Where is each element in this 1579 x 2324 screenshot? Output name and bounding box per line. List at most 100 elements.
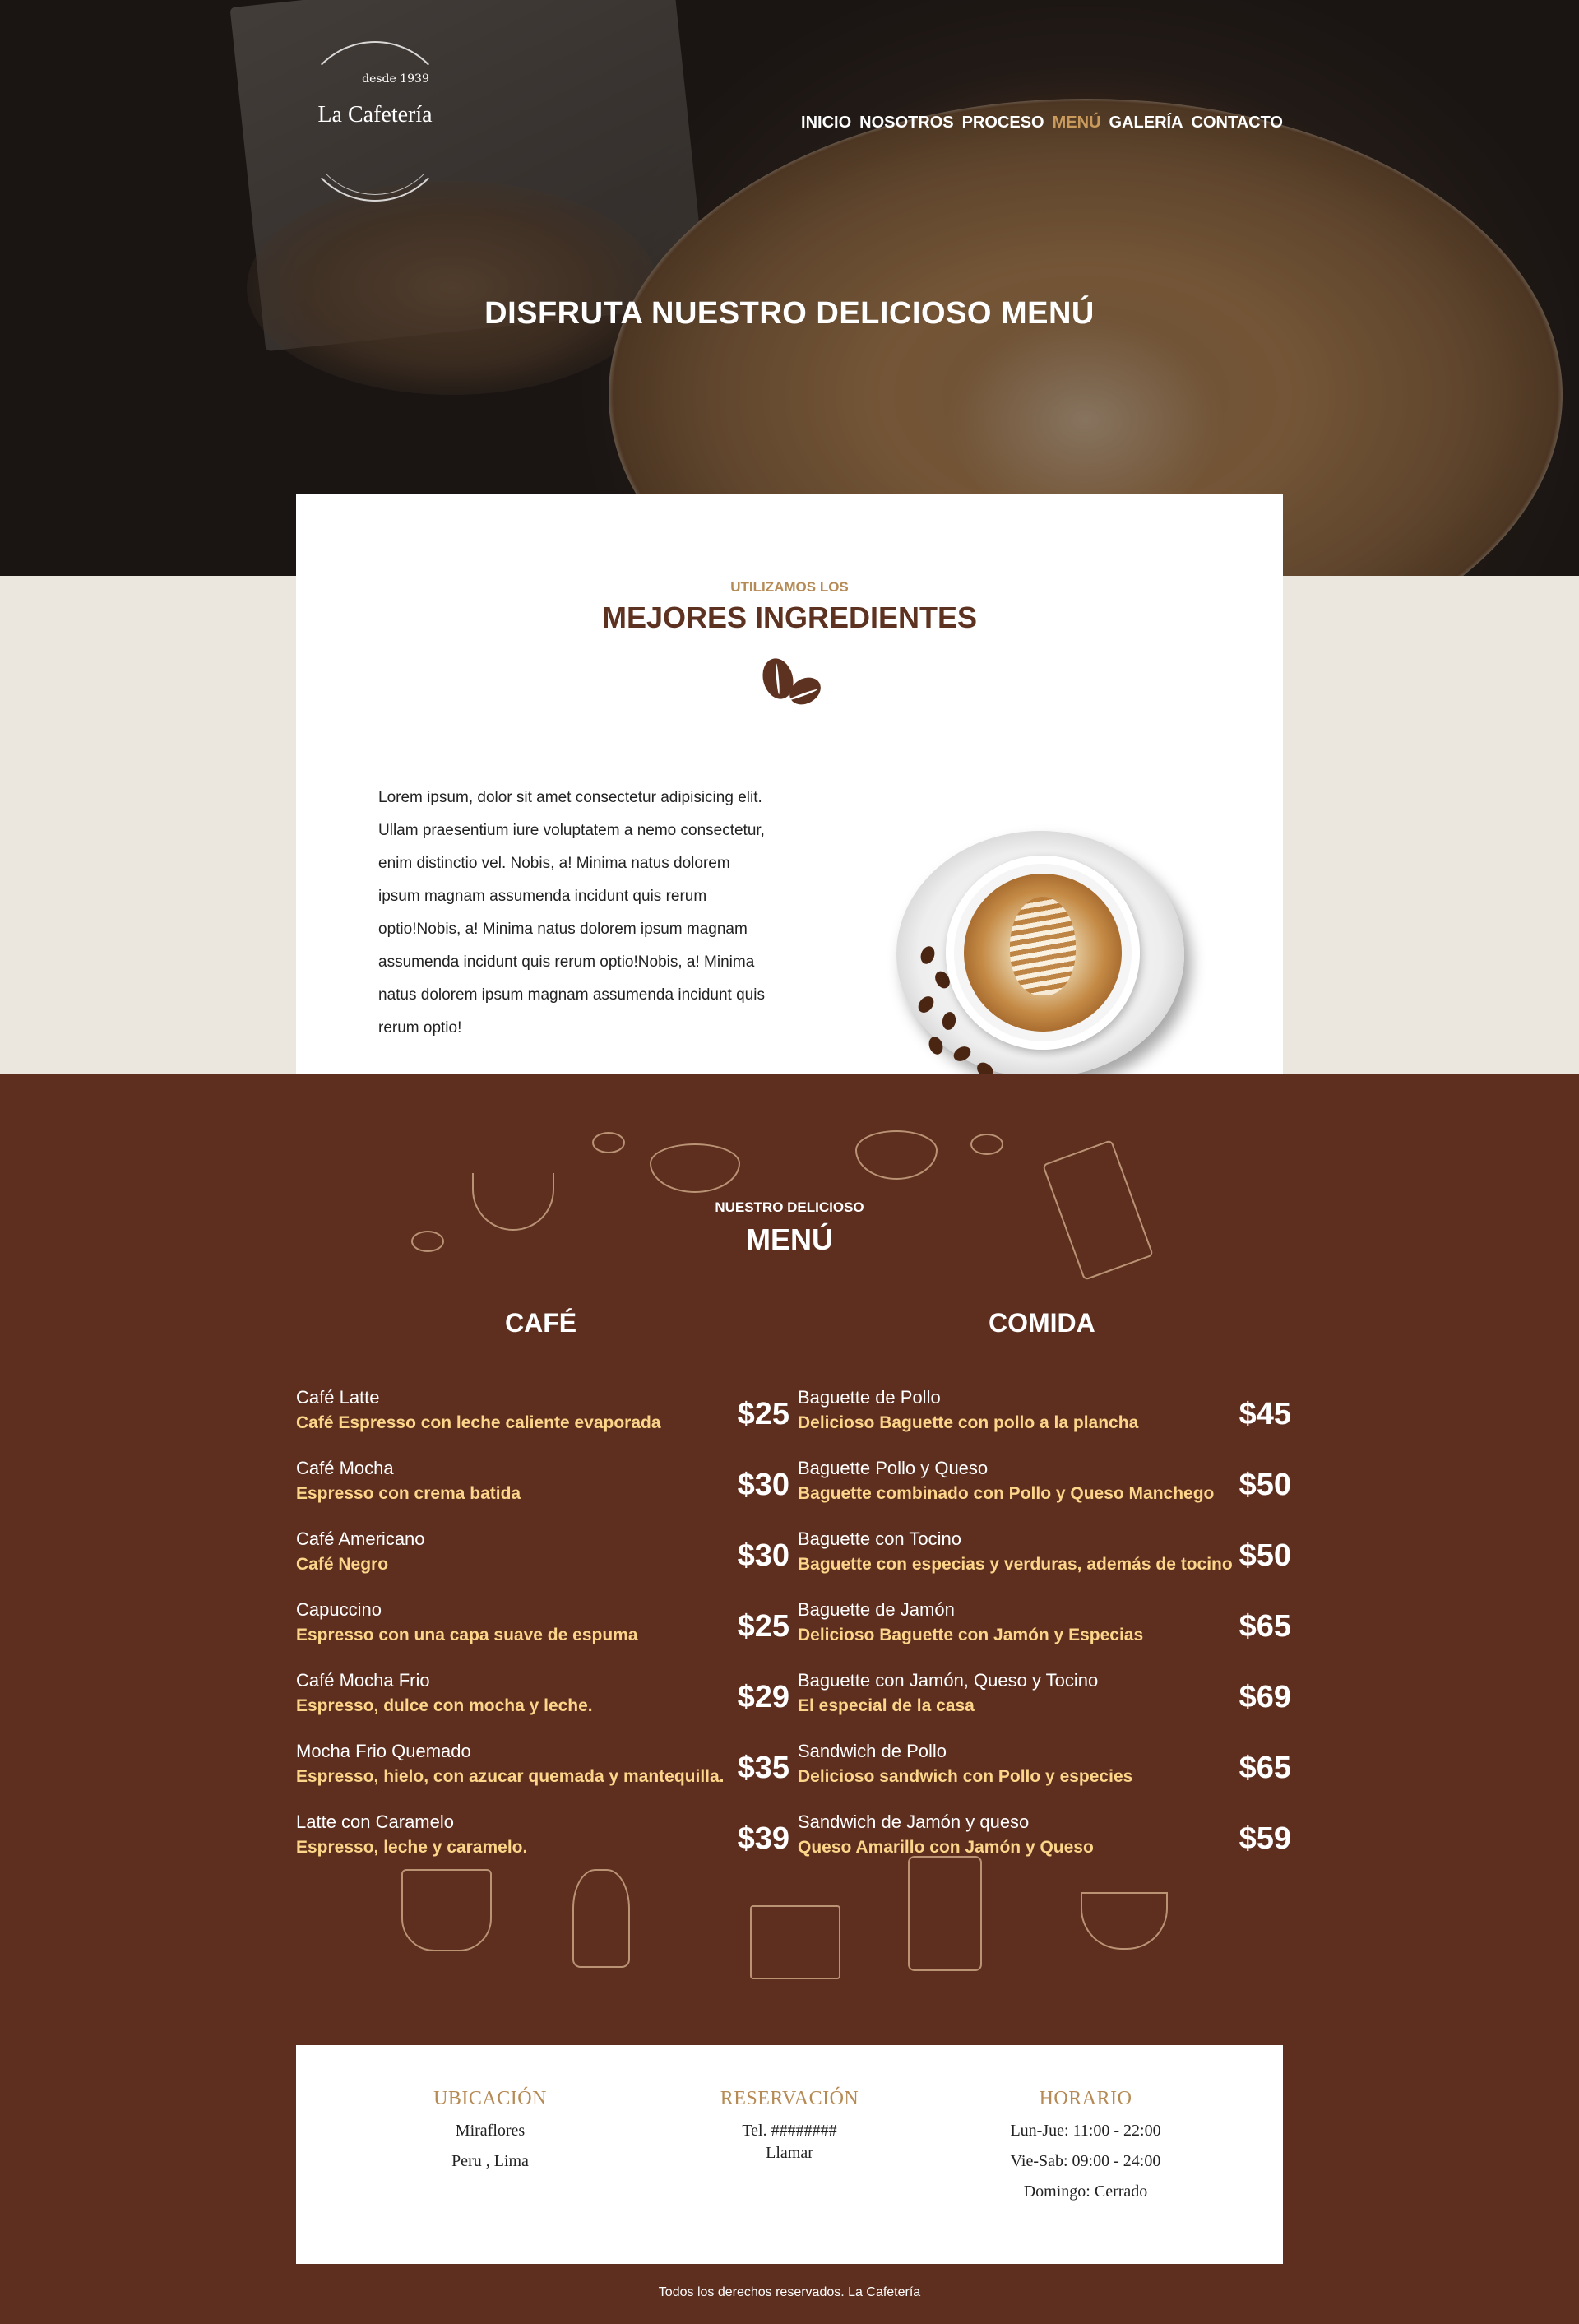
- horario-title: HORARIO: [1039, 2088, 1132, 2109]
- menu-item-desc: Espresso, dulce con mocha y leche.: [296, 1696, 593, 1715]
- nav-nosotros[interactable]: NOSOTROS: [859, 114, 953, 132]
- menu-item-name: Mocha Frio Quemado: [296, 1741, 471, 1761]
- menu-item-price: $45: [1239, 1397, 1291, 1431]
- cafe-column-title: CAFÉ: [505, 1308, 577, 1338]
- footer-copyright: Todos los derechos reservados. La Cafete…: [658, 2285, 921, 2299]
- menu-item-price: $30: [737, 1468, 790, 1502]
- menu-item-name: Capuccino: [296, 1599, 382, 1620]
- ubicacion-line: Peru , Lima: [451, 2152, 529, 2170]
- reservacion-title: RESERVACIÓN: [720, 2088, 859, 2109]
- menu-item-price: $25: [737, 1397, 790, 1431]
- logo-since: desde 1939: [362, 72, 429, 86]
- call-link[interactable]: Llamar: [666, 2144, 913, 2163]
- menu-item-name: Baguette con Jamón, Queso y Tocino: [798, 1670, 1099, 1691]
- menu-item-price: $25: [737, 1609, 790, 1644]
- menu-item: Baguette de Pollo Delicioso Baguette con …: [798, 1387, 1291, 1458]
- nav-menu[interactable]: MENÚ: [1053, 114, 1101, 132]
- coffee-cup-sketch-icon: [855, 1130, 938, 1180]
- menu-item-desc: Delicioso Baguette con pollo a la planch…: [798, 1413, 1139, 1432]
- menu-item: Café Americano Café Negro $30: [296, 1528, 790, 1599]
- info-section: UBICACIÓN Miraflores Peru , Lima RESERVA…: [296, 2045, 1283, 2264]
- page-title: DISFRUTA NUESTRO DELICIOSO MENÚ: [484, 296, 1095, 331]
- menu-item: Café Mocha Frio Espresso, dulce con mocha…: [296, 1670, 790, 1741]
- ubicacion-title: UBICACIÓN: [433, 2088, 547, 2109]
- menu-item-price: $59: [1239, 1821, 1291, 1856]
- menu-item-desc: El especial de la casa: [798, 1696, 975, 1715]
- comida-menu-list: Baguette de Pollo Delicioso Baguette con …: [798, 1387, 1291, 1882]
- coffee-beans-icon: [758, 655, 826, 710]
- menu-item-desc: Café Espresso con leche caliente evapora…: [296, 1413, 661, 1432]
- menu-item-name: Café Americano: [296, 1528, 425, 1549]
- menu-item: Café Latte Café Espresso con leche calien…: [296, 1387, 790, 1458]
- horario-line: Domingo: Cerrado: [1023, 2183, 1148, 2201]
- menu-item: Baguette Pollo y Queso Baguette combinado…: [798, 1458, 1291, 1528]
- menu-heading: MENÚ: [746, 1222, 833, 1256]
- menu-item-desc: Espresso con una capa suave de espuma: [296, 1626, 638, 1644]
- nav-contacto[interactable]: CONTACTO: [1192, 114, 1283, 132]
- turkish-pot-sketch-icon: [572, 1869, 630, 1968]
- reservacion-block: RESERVACIÓN Tel. ######## Llamar: [666, 2088, 913, 2163]
- menu-item-price: $69: [1239, 1680, 1291, 1714]
- menu-item-name: Latte con Caramelo: [296, 1811, 454, 1832]
- menu-item-desc: Baguette combinado con Pollo y Queso Man…: [798, 1484, 1215, 1503]
- coffee-cup-sketch-icon: [1081, 1892, 1168, 1950]
- nav-proceso[interactable]: PROCESO: [962, 114, 1044, 132]
- comida-column-title: COMIDA: [989, 1308, 1095, 1338]
- main-nav: INICIO NOSOTROS PROCESO MENÚ GALERÍA CON…: [801, 114, 1283, 132]
- menu-item-name: Café Mocha Frio: [296, 1670, 430, 1691]
- menu-item-price: $30: [737, 1538, 790, 1573]
- ubicacion-line: Miraflores: [455, 2122, 526, 2140]
- horario-line: Vie-Sab: 09:00 - 24:00: [1010, 2152, 1161, 2170]
- menu-item-name: Baguette de Pollo: [798, 1387, 941, 1408]
- menu-item: Café Mocha Espresso con crema batida $30: [296, 1458, 790, 1528]
- menu-item-desc: Delicioso sandwich con Pollo y especies: [798, 1767, 1133, 1786]
- ingredients-eyebrow: UTILIZAMOS LOS: [730, 579, 849, 595]
- cafe-menu-list: Café Latte Café Espresso con leche calien…: [296, 1387, 790, 1882]
- coffee-beans-sketch-icon: [970, 1134, 1003, 1155]
- menu-item-price: $65: [1239, 1609, 1291, 1644]
- menu-item: Sandwich de Jamón y queso Queso Amarillo …: [798, 1811, 1291, 1882]
- coffee-cup-sketch-icon: [650, 1143, 740, 1193]
- ingredients-heading: MEJORES INGREDIENTES: [601, 601, 978, 634]
- menu-item-desc: Delicioso Baguette con Jamón y Especias: [798, 1626, 1144, 1644]
- menu-item: Baguette de Jamón Delicioso Baguette con …: [798, 1599, 1291, 1670]
- menu-item-name: Baguette de Jamón: [798, 1599, 955, 1620]
- menu-item-desc: Baguette con especias y verduras, además…: [798, 1555, 1233, 1574]
- hero-banner: desde 1939 La Cafetería INICIO NOSOTROS …: [0, 0, 1579, 576]
- menu-item-name: Baguette con Tocino: [798, 1528, 961, 1549]
- coffee-grinder-sketch-icon: [750, 1905, 840, 1979]
- phone-number[interactable]: Tel. ########: [666, 2122, 913, 2141]
- menu-item: Mocha Frio Quemado Espresso, hielo, con a…: [296, 1741, 790, 1811]
- menu-item-name: Sandwich de Pollo: [798, 1741, 947, 1761]
- menu-item-desc: Queso Amarillo con Jamón y Queso: [798, 1838, 1094, 1857]
- nav-galeria[interactable]: GALERÍA: [1109, 114, 1183, 132]
- menu-item: Capuccino Espresso con una capa suave de …: [296, 1599, 790, 1670]
- menu-eyebrow: NUESTRO DELICIOSO: [715, 1199, 864, 1215]
- menu-item-desc: Espresso, leche y caramelo.: [296, 1838, 528, 1857]
- menu-item: Sandwich de Pollo Delicioso sandwich con …: [798, 1741, 1291, 1811]
- menu-item-price: $35: [737, 1751, 790, 1785]
- menu-item-name: Café Mocha: [296, 1458, 394, 1478]
- menu-item-price: $29: [737, 1680, 790, 1714]
- horario-line: Lun-Jue: 11:00 - 22:00: [1010, 2122, 1161, 2140]
- horario-block: HORARIO Lun-Jue: 11:00 - 22:00 Vie-Sab: …: [962, 2088, 1209, 2201]
- ubicacion-block: UBICACIÓN Miraflores Peru , Lima: [367, 2088, 614, 2171]
- menu-item-price: $39: [737, 1821, 790, 1856]
- menu-item: Latte con Caramelo Espresso, leche y cara…: [296, 1811, 790, 1882]
- ingredients-text: Lorem ipsum, dolor sit amet consectetur …: [378, 789, 765, 1037]
- menu-item-name: Café Latte: [296, 1387, 380, 1408]
- nav-inicio[interactable]: INICIO: [801, 114, 851, 132]
- menu-item-price: $50: [1239, 1468, 1291, 1502]
- menu-item-name: Sandwich de Jamón y queso: [798, 1811, 1030, 1832]
- site-logo[interactable]: desde 1939 La Cafetería: [298, 41, 452, 202]
- menu-item-desc: Café Negro: [296, 1555, 389, 1574]
- menu-item-name: Baguette Pollo y Queso: [798, 1458, 989, 1478]
- coffee-beans-sketch-icon: [592, 1132, 625, 1153]
- latte-cup-image: [896, 831, 1192, 1082]
- menu-item: Baguette con Tocino Baguette con especias…: [798, 1528, 1291, 1599]
- menu-item: Baguette con Jamón, Queso y Tocino El esp…: [798, 1670, 1291, 1741]
- ingredients-section: UTILIZAMOS LOS MEJORES INGREDIENTES Lore…: [296, 494, 1283, 1082]
- menu-item-price: $50: [1239, 1538, 1291, 1573]
- menu-item-desc: Espresso con crema batida: [296, 1484, 521, 1503]
- menu-item-price: $65: [1239, 1751, 1291, 1785]
